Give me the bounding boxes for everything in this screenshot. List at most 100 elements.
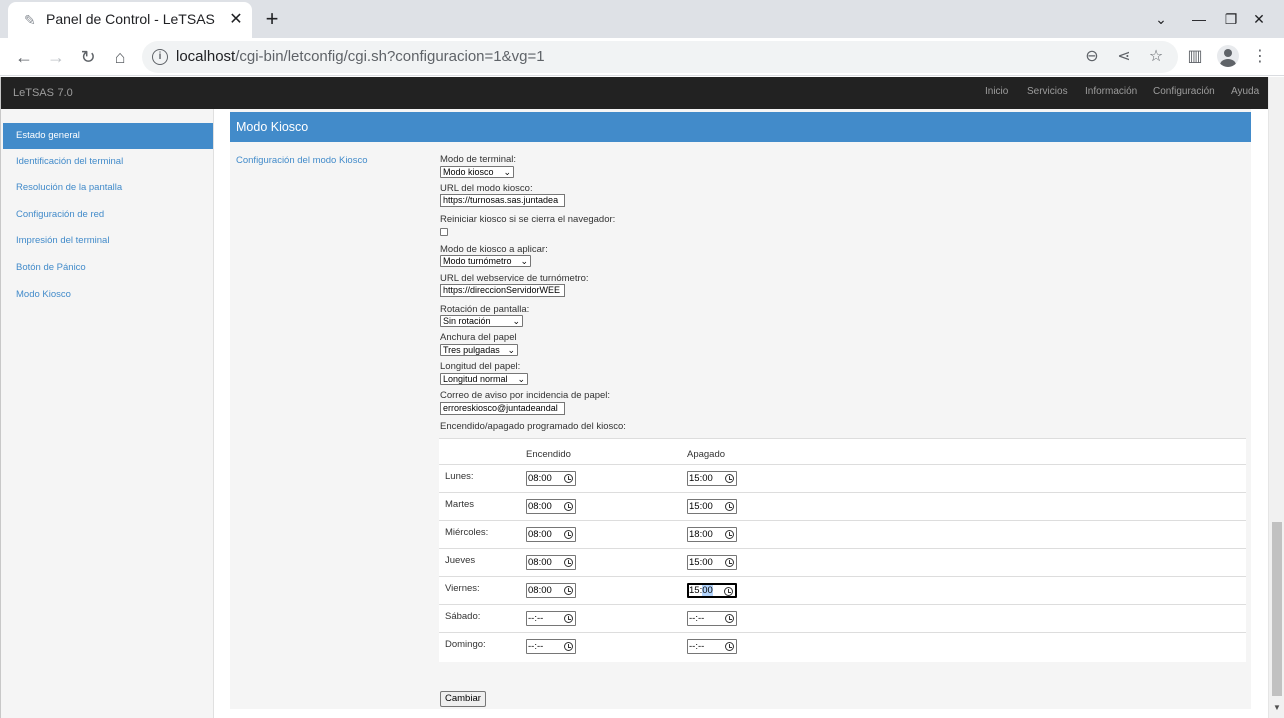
profile-avatar-icon[interactable] [1217, 45, 1239, 67]
terminal-mode-select[interactable]: Modo kiosco ⌄ [440, 166, 514, 178]
scroll-down-arrow-icon[interactable]: ▼ [1273, 703, 1281, 713]
browser-tab-strip: ✎ Panel de Control - LeTSAS ✕ + ⌄ — ❐ ✕ [0, 0, 1284, 38]
new-tab-icon[interactable]: + [260, 8, 284, 32]
chevron-down-icon: ⌄ [520, 256, 528, 266]
section-title: Modo Kiosco [236, 120, 309, 134]
time-input-off[interactable]: 15:00 [687, 471, 737, 486]
restore-icon[interactable]: ❐ [1221, 9, 1241, 29]
sidebar-item-resolucion[interactable]: Resolución de la pantalla [3, 175, 213, 201]
rotation-label: Rotación de pantalla: [440, 304, 530, 315]
back-icon[interactable]: ← [12, 45, 36, 69]
restart-checkbox[interactable] [440, 228, 448, 236]
schedule-label: Encendido/apagado programado del kiosco: [440, 421, 626, 432]
restart-label: Reiniciar kiosco si se cierra el navegad… [440, 214, 616, 225]
side-panel-icon[interactable]: ▥ [1185, 47, 1205, 67]
time-input-off[interactable]: 15:00 [687, 499, 737, 514]
nav-ayuda[interactable]: Ayuda [1231, 86, 1259, 97]
webservice-url-label: URL del webservice de turnómetro: [440, 273, 589, 284]
sidebar: Estado general Identificación del termin… [1, 109, 214, 718]
kiosk-url-label: URL del modo kiosco: [440, 183, 533, 194]
time-input-off[interactable]: 15:00 [687, 555, 737, 570]
chevron-down-icon: ⌄ [507, 345, 515, 355]
page-viewport: LeTSAS 7.0 Inicio Servicios Información … [0, 77, 1284, 718]
day-label: Martes [445, 499, 475, 510]
time-input-on[interactable]: 08:00 [526, 583, 576, 598]
scrollbar-thumb[interactable] [1272, 522, 1282, 696]
clock-icon [564, 558, 573, 567]
sidebar-item-identificacion[interactable]: Identificación del terminal [3, 149, 213, 175]
time-input-off[interactable]: 15:00 [687, 583, 737, 598]
clock-icon [564, 502, 573, 511]
table-row: Domingo: --:-- --:-- [439, 632, 1246, 663]
clock-icon [564, 642, 573, 651]
section-subtitle[interactable]: Configuración del modo Kiosco [236, 155, 368, 166]
clock-icon [725, 530, 734, 539]
close-window-icon[interactable]: ✕ [1249, 9, 1269, 29]
col-apagado: Apagado [687, 449, 726, 460]
time-input-off[interactable]: --:-- [687, 639, 737, 654]
site-info-icon[interactable]: i [152, 49, 168, 65]
brand[interactable]: LeTSAS 7.0 [13, 85, 73, 99]
sidebar-item-impresion[interactable]: Impresión del terminal [3, 228, 213, 254]
table-row: Sábado: --:-- --:-- [439, 604, 1246, 632]
chevron-down-icon: ⌄ [512, 316, 520, 326]
nav-configuracion[interactable]: Configuración [1153, 86, 1215, 97]
sidebar-item-estado-general[interactable]: Estado general [3, 123, 213, 149]
page-scrollbar[interactable]: ▼ [1268, 77, 1284, 718]
table-row: Lunes: 08:00 15:00 [439, 464, 1246, 492]
time-input-off[interactable]: 18:00 [687, 527, 737, 542]
url-text: localhost/cgi-bin/letconfig/cgi.sh?confi… [176, 48, 545, 65]
sidebar-item-boton-panico[interactable]: Botón de Pánico [3, 255, 213, 281]
time-input-on[interactable]: --:-- [526, 639, 576, 654]
terminal-mode-label: Modo de terminal: [440, 154, 517, 165]
kiosk-mode-select[interactable]: Modo turnómetro ⌄ [440, 255, 531, 267]
browser-toolbar: ← → ↻ ⌂ i localhost/cgi-bin/letconfig/cg… [0, 38, 1284, 76]
col-encendido: Encendido [526, 449, 571, 460]
time-input-on[interactable]: 08:00 [526, 471, 576, 486]
nav-inicio[interactable]: Inicio [985, 86, 1008, 97]
tab-search-icon[interactable]: ⌄ [1151, 9, 1171, 29]
chevron-down-icon: ⌄ [517, 374, 525, 384]
day-label: Jueves [445, 555, 476, 566]
kiosk-url-input[interactable]: https://turnosas.sas.juntadea [440, 194, 565, 207]
webservice-url-input[interactable]: https://direccionServidorWEE [440, 284, 565, 297]
table-row: Viernes: 08:00 15:00 [439, 576, 1246, 604]
day-label: Domingo: [445, 639, 486, 650]
clock-icon [725, 558, 734, 567]
email-input[interactable]: erroreskiosco@juntadeandal [440, 402, 565, 415]
browser-tab[interactable]: ✎ Panel de Control - LeTSAS ✕ [8, 2, 252, 38]
paper-length-select[interactable]: Longitud normal ⌄ [440, 373, 528, 385]
section-header: Modo Kiosco [230, 112, 1251, 142]
day-label: Sábado: [445, 611, 481, 622]
bookmark-star-icon[interactable]: ☆ [1146, 47, 1166, 67]
home-icon[interactable]: ⌂ [108, 45, 132, 69]
time-input-on[interactable]: 08:00 [526, 527, 576, 542]
rotation-select[interactable]: Sin rotación ⌄ [440, 315, 523, 327]
zoom-icon[interactable]: ⊖ [1082, 47, 1102, 67]
nav-servicios[interactable]: Servicios [1027, 86, 1068, 97]
day-label: Lunes: [445, 471, 474, 482]
menu-kebab-icon[interactable]: ⋮ [1250, 47, 1270, 67]
table-row: Martes 08:00 15:00 [439, 492, 1246, 520]
sidebar-item-red[interactable]: Configuración de red [3, 202, 213, 228]
cambiar-button[interactable]: Cambiar [440, 691, 486, 707]
forward-icon[interactable]: → [44, 45, 68, 69]
day-label: Miércoles: [445, 527, 489, 538]
address-bar[interactable]: i localhost/cgi-bin/letconfig/cgi.sh?con… [142, 41, 1178, 73]
time-input-on[interactable]: 08:00 [526, 499, 576, 514]
nav-informacion[interactable]: Información [1085, 86, 1137, 97]
close-tab-icon[interactable]: ✕ [226, 10, 246, 30]
reload-icon[interactable]: ↻ [76, 45, 100, 69]
clock-icon [725, 474, 734, 483]
sidebar-item-modo-kiosco[interactable]: Modo Kiosco [3, 282, 213, 308]
clock-icon [564, 474, 573, 483]
paper-width-select[interactable]: Tres pulgadas ⌄ [440, 344, 518, 356]
share-icon[interactable]: ⋖ [1114, 47, 1134, 67]
paper-length-label: Longitud del papel: [440, 361, 521, 372]
time-input-off[interactable]: --:-- [687, 611, 737, 626]
table-row: Miércoles: 08:00 18:00 [439, 520, 1246, 548]
chevron-down-icon: ⌄ [503, 167, 511, 177]
minimize-icon[interactable]: — [1189, 9, 1209, 29]
time-input-on[interactable]: 08:00 [526, 555, 576, 570]
time-input-on[interactable]: --:-- [526, 611, 576, 626]
